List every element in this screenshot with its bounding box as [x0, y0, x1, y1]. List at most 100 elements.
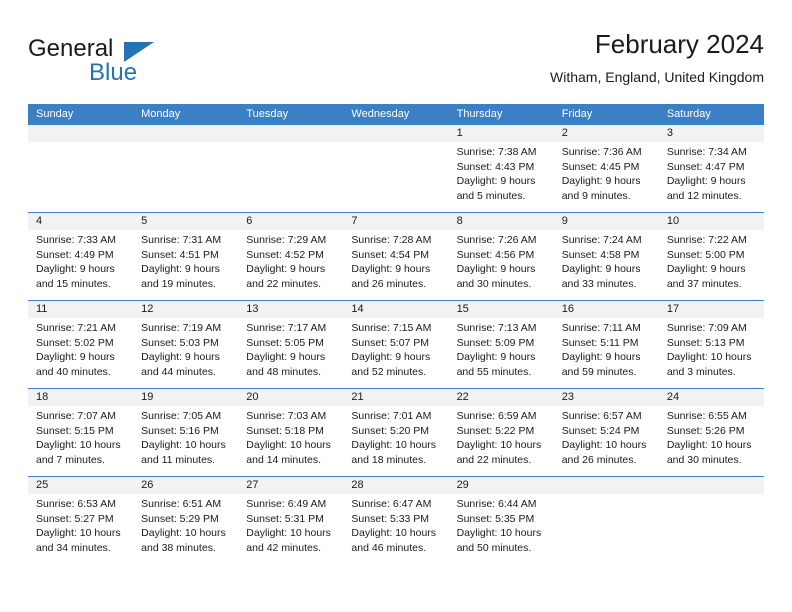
sunrise-time: Sunrise: 7:28 AM: [351, 234, 432, 246]
daylight-line-2: and 48 minutes.: [246, 365, 321, 378]
sunrise-time: Sunrise: 7:19 AM: [141, 322, 222, 334]
day-number: [553, 477, 659, 494]
day-number: [238, 125, 344, 142]
sunset-time: Sunset: 5:26 PM: [666, 424, 745, 437]
sun-info: Sunrise: 6:59 AM Sunset: 5:22 PM Daylight:…: [449, 406, 554, 467]
sun-info: Sunrise: 6:51 AM Sunset: 5:29 PM Daylight:…: [133, 494, 238, 555]
sunrise-time: Sunrise: 7:17 AM: [246, 322, 327, 334]
calendar-day-cell[interactable]: 19 Sunrise: 7:05 AM Sunset: 5:16 PM Dayligh…: [133, 389, 239, 476]
sunset-time: Sunset: 5:29 PM: [141, 512, 219, 525]
day-number: 19: [133, 389, 239, 406]
sunrise-time: Sunrise: 7:07 AM: [36, 410, 116, 422]
daylight-line-1: Daylight: 10 hours: [351, 439, 437, 452]
calendar-day-cell[interactable]: 28 Sunrise: 6:47 AM Sunset: 5:33 PM Dayligh…: [343, 477, 449, 564]
calendar-day-cell[interactable]: 14 Sunrise: 7:15 AM Sunset: 5:07 PM Dayligh…: [343, 301, 449, 388]
general-blue-logo[interactable]: General Blue: [28, 36, 248, 92]
calendar-day-cell[interactable]: 4 Sunrise: 7:33 AM Sunset: 4:49 PM Daylight…: [28, 213, 134, 300]
daylight-line-1: Daylight: 10 hours: [666, 439, 752, 452]
sun-info: Sunrise: 7:17 AM Sunset: 5:05 PM Daylight:…: [238, 318, 343, 379]
calendar-cell-empty: [133, 125, 239, 212]
sunset-time: Sunset: 5:09 PM: [456, 336, 535, 349]
sun-info: Sunrise: 7:29 AM Sunset: 4:52 PM Daylight:…: [238, 230, 343, 291]
calendar-day-cell[interactable]: 23 Sunrise: 6:57 AM Sunset: 5:24 PM Dayligh…: [553, 389, 659, 476]
sunrise-time: Sunrise: 7:09 AM: [666, 322, 747, 334]
calendar-day-cell[interactable]: 16 Sunrise: 7:11 AM Sunset: 5:11 PM Dayligh…: [553, 301, 659, 388]
calendar-day-cell[interactable]: 2 Sunrise: 7:36 AM Sunset: 4:45 PM Daylight…: [553, 125, 659, 212]
calendar-day-cell[interactable]: 15 Sunrise: 7:13 AM Sunset: 5:09 PM Dayligh…: [448, 301, 554, 388]
calendar-day-cell[interactable]: 8 Sunrise: 7:26 AM Sunset: 4:56 PM Daylight…: [448, 213, 554, 300]
calendar-day-cell[interactable]: 1 Sunrise: 7:38 AM Sunset: 4:43 PM Daylight…: [448, 125, 554, 212]
calendar-day-cell[interactable]: 29 Sunrise: 6:44 AM Sunset: 5:35 PM Dayligh…: [448, 477, 554, 564]
day-number: 12: [133, 301, 239, 318]
sunset-time: Sunset: 5:20 PM: [351, 424, 430, 437]
daylight-line-2: and 59 minutes.: [561, 365, 637, 378]
sun-info: Sunrise: 7:07 AM Sunset: 5:15 PM Daylight:…: [28, 406, 133, 467]
daylight-line-1: Daylight: 9 hours: [36, 263, 115, 276]
daylight-line-2: and 11 minutes.: [141, 453, 216, 466]
day-number: 26: [133, 477, 239, 494]
calendar-day-cell[interactable]: 20 Sunrise: 7:03 AM Sunset: 5:18 PM Dayligh…: [238, 389, 344, 476]
sun-info: Sunrise: 7:13 AM Sunset: 5:09 PM Daylight:…: [449, 318, 554, 379]
calendar-day-cell[interactable]: 9 Sunrise: 7:24 AM Sunset: 4:58 PM Daylight…: [553, 213, 659, 300]
sunset-time: Sunset: 4:43 PM: [456, 160, 535, 173]
calendar-day-cell[interactable]: 24 Sunrise: 6:55 AM Sunset: 5:26 PM Dayligh…: [658, 389, 764, 476]
sun-info: Sunrise: 7:33 AM Sunset: 4:49 PM Daylight:…: [28, 230, 133, 291]
daylight-line-1: Daylight: 10 hours: [36, 439, 121, 452]
sun-info: Sunrise: 6:49 AM Sunset: 5:31 PM Daylight:…: [238, 494, 343, 555]
daylight-line-2: and 5 minutes.: [456, 189, 526, 202]
calendar-day-cell[interactable]: 22 Sunrise: 6:59 AM Sunset: 5:22 PM Dayligh…: [448, 389, 554, 476]
calendar-cell-empty: [28, 125, 134, 212]
sunset-time: Sunset: 4:52 PM: [246, 248, 324, 261]
sunset-time: Sunset: 5:00 PM: [666, 248, 745, 261]
daylight-line-1: Daylight: 10 hours: [36, 527, 121, 540]
sun-info: Sunrise: 7:03 AM Sunset: 5:18 PM Daylight:…: [238, 406, 343, 467]
sun-info: Sunrise: 7:28 AM Sunset: 4:54 PM Daylight:…: [343, 230, 448, 291]
sunrise-time: Sunrise: 6:44 AM: [456, 498, 537, 510]
sunrise-time: Sunrise: 7:31 AM: [141, 234, 222, 246]
sunset-time: Sunset: 5:24 PM: [561, 424, 640, 437]
sunset-time: Sunset: 4:45 PM: [561, 160, 640, 173]
weekday-header-monday: Monday: [141, 108, 181, 120]
daylight-line-2: and 15 minutes.: [36, 277, 111, 290]
sunrise-time: Sunrise: 7:26 AM: [456, 234, 537, 246]
day-number: 17: [658, 301, 764, 318]
calendar-day-cell[interactable]: 11 Sunrise: 7:21 AM Sunset: 5:02 PM Dayligh…: [28, 301, 134, 388]
sunrise-time: Sunrise: 6:53 AM: [36, 498, 116, 510]
sunrise-time: Sunrise: 7:15 AM: [351, 322, 432, 334]
calendar-day-cell[interactable]: 26 Sunrise: 6:51 AM Sunset: 5:29 PM Dayligh…: [133, 477, 239, 564]
daylight-line-2: and 26 minutes.: [351, 277, 427, 290]
calendar-day-cell[interactable]: 3 Sunrise: 7:34 AM Sunset: 4:47 PM Daylight…: [658, 125, 764, 212]
sunset-time: Sunset: 5:03 PM: [141, 336, 219, 349]
daylight-line-2: and 38 minutes.: [141, 541, 216, 554]
calendar-day-cell[interactable]: 6 Sunrise: 7:29 AM Sunset: 4:52 PM Daylight…: [238, 213, 344, 300]
daylight-line-1: Daylight: 10 hours: [561, 439, 647, 452]
sun-info: Sunrise: 7:26 AM Sunset: 4:56 PM Daylight:…: [449, 230, 554, 291]
weekday-header-friday: Friday: [561, 108, 593, 120]
calendar-day-cell[interactable]: 18 Sunrise: 7:07 AM Sunset: 5:15 PM Dayligh…: [28, 389, 134, 476]
calendar-day-cell[interactable]: 5 Sunrise: 7:31 AM Sunset: 4:51 PM Daylight…: [133, 213, 239, 300]
calendar-day-cell[interactable]: 17 Sunrise: 7:09 AM Sunset: 5:13 PM Dayligh…: [658, 301, 764, 388]
calendar-day-cell[interactable]: 21 Sunrise: 7:01 AM Sunset: 5:20 PM Dayligh…: [343, 389, 449, 476]
calendar-day-cell[interactable]: 27 Sunrise: 6:49 AM Sunset: 5:31 PM Dayligh…: [238, 477, 344, 564]
sunset-time: Sunset: 5:11 PM: [561, 336, 639, 349]
daylight-line-1: Daylight: 9 hours: [456, 263, 536, 276]
calendar-cell-empty: [343, 125, 449, 212]
calendar-day-cell[interactable]: 12 Sunrise: 7:19 AM Sunset: 5:03 PM Dayligh…: [133, 301, 239, 388]
daylight-line-2: and 12 minutes.: [666, 189, 742, 202]
sunrise-time: Sunrise: 7:03 AM: [246, 410, 327, 422]
calendar-day-cell[interactable]: 13 Sunrise: 7:17 AM Sunset: 5:05 PM Dayligh…: [238, 301, 344, 388]
sun-info: Sunrise: 7:01 AM Sunset: 5:20 PM Daylight:…: [343, 406, 448, 467]
calendar-day-cell[interactable]: 10 Sunrise: 7:22 AM Sunset: 5:00 PM Dayligh…: [658, 213, 764, 300]
calendar-day-cell[interactable]: 7 Sunrise: 7:28 AM Sunset: 4:54 PM Daylight…: [343, 213, 449, 300]
daylight-line-1: Daylight: 9 hours: [141, 351, 220, 364]
day-number: 23: [553, 389, 659, 406]
sunrise-time: Sunrise: 7:36 AM: [561, 146, 642, 158]
calendar-day-cell[interactable]: 25 Sunrise: 6:53 AM Sunset: 5:27 PM Dayligh…: [28, 477, 134, 564]
day-number: 7: [343, 213, 449, 230]
day-number: [343, 125, 449, 142]
calendar-page: General Blue February 2024 Witham, Engla…: [0, 0, 792, 612]
day-number: 14: [343, 301, 449, 318]
sun-info: Sunrise: 7:09 AM Sunset: 5:13 PM Daylight:…: [659, 318, 764, 379]
day-number: 20: [238, 389, 344, 406]
day-number: 3: [658, 125, 764, 142]
